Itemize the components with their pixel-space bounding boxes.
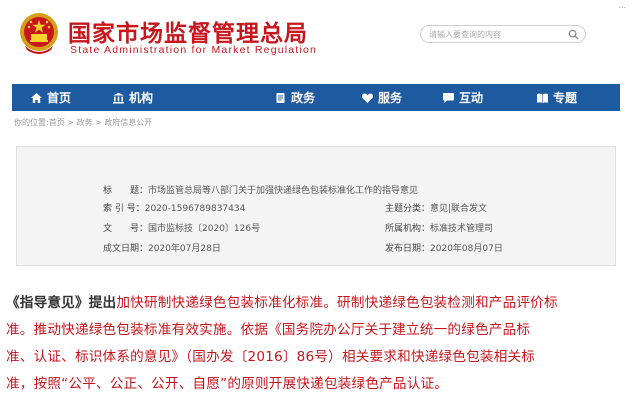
article-line: 准，按照“公平、公正、公开、自愿”的原则开展快递包装绿色产品认证。 [6, 376, 449, 392]
search-icon[interactable] [568, 29, 579, 40]
info-index-value: 2020-1596789837434 [144, 204, 246, 214]
article-lead: 《指导意见》提出 [6, 295, 117, 311]
nav-item-interaction[interactable]: 互动 [442, 84, 483, 111]
info-row-published: 发布日期：2020年08月07日 [385, 241, 503, 254]
info-issuer-value: 标准技术管理司 [430, 224, 494, 234]
info-row-title: 标 题：市场监管总局等八部门关于加强快递绿色包装标准化工作的指导意见 [103, 183, 418, 196]
article-line: 准。推动快递绿色包装标准有效实施。依据《国务院办公厅关于建立统一的绿色产品标 [6, 322, 531, 338]
breadcrumb-item-government-affairs[interactable]: 政务 [77, 118, 93, 127]
info-created-value: 2020年07月28日 [148, 244, 221, 254]
info-category-value: 意见|联合发文 [430, 204, 488, 214]
info-row-created: 成文日期：2020年07月28日 [103, 241, 221, 254]
info-issuer-label: 所属机构： [385, 224, 431, 234]
book-icon [537, 93, 548, 103]
article-line-1: 加快研制快递绿色包装标准化标准。研制快递绿色包装检测和产品评价标 [116, 295, 558, 311]
chat-icon [443, 92, 454, 103]
info-category-label: 主题分类： [385, 204, 431, 214]
nav-label-interaction: 互动 [459, 91, 484, 105]
info-published-label: 发布日期： [385, 244, 431, 254]
info-doc-number-label: 文 号： [103, 224, 149, 234]
breadcrumb-item-public-info[interactable]: 政府信息公开 [104, 118, 152, 127]
article-body: 《指导意见》提出加快研制快递绿色包装标准化标准。研制快递绿色包装检测和产品评价标… [6, 290, 620, 398]
nav-label-topics: 专题 [553, 91, 578, 105]
building-icon [113, 92, 124, 103]
info-row-issuer: 所属机构：标准技术管理司 [385, 221, 493, 234]
breadcrumb-item-home[interactable]: 你的位置:首页 [14, 118, 65, 127]
info-title-label: 标 题： [103, 186, 149, 196]
info-index-label: 索 引 号： [103, 204, 145, 214]
info-row-index: 索 引 号：2020-1596789837434 [103, 201, 245, 214]
nav-label-government-affairs: 政务 [291, 91, 316, 105]
nav-item-services[interactable]: 服务 [361, 84, 402, 111]
article-line: 准、认证、标识体系的意见》（国办发〔2016〕86号）相关要求和快递绿色包装相关… [6, 349, 536, 365]
nav-item-home[interactable]: 首页 [30, 84, 71, 111]
national-emblem-icon[interactable] [19, 12, 59, 56]
home-icon [31, 92, 42, 103]
nav-item-organization[interactable]: 机构 [112, 84, 153, 111]
info-row-category: 主题分类：意见|联合发文 [385, 201, 487, 214]
breadcrumb-separator: > [64, 118, 77, 127]
nav-item-topics[interactable]: 专题 [536, 84, 577, 111]
nav-item-government-affairs[interactable]: 政务 [274, 84, 315, 111]
article-line: 《指导意见》提出加快研制快递绿色包装标准化标准。研制快递绿色包装检测和产品评价标 [6, 290, 620, 317]
search-box [420, 25, 586, 43]
main-nav: 首页 机构 政务 服务 互动 专题 [12, 84, 620, 111]
site-title: 国家市场监督管理总局 [68, 20, 308, 47]
info-created-label: 成文日期： [103, 244, 149, 254]
breadcrumb: 你的位置:首页 > 政务 > 政府信息公开 [14, 117, 152, 128]
site-header: 国家市场监督管理总局 State Administration for Mark… [0, 0, 632, 84]
breadcrumb-separator: > [92, 118, 105, 127]
site-subtitle: State Administration for Market Regulati… [70, 44, 318, 56]
document-info-panel: 标 题：市场监管总局等八部门关于加强快递绿色包装标准化工作的指导意见 索 引 号… [16, 146, 616, 266]
search-input[interactable] [429, 28, 561, 40]
heart-icon [361, 93, 374, 103]
nav-label-home: 首页 [47, 91, 72, 105]
info-title-value: 市场监管总局等八部门关于加强快递绿色包装标准化工作的指导意见 [148, 186, 419, 196]
info-row-doc-number: 文 号：国市监标技〔2020〕126号 [103, 221, 260, 234]
info-published-value: 2020年08月07日 [430, 244, 503, 254]
document-icon [276, 92, 285, 103]
nav-label-services: 服务 [378, 91, 403, 105]
info-doc-number-value: 国市监标技〔2020〕126号 [148, 224, 261, 234]
nav-label-organization: 机构 [129, 91, 154, 105]
header-tools-link[interactable]: ... [618, 0, 626, 10]
